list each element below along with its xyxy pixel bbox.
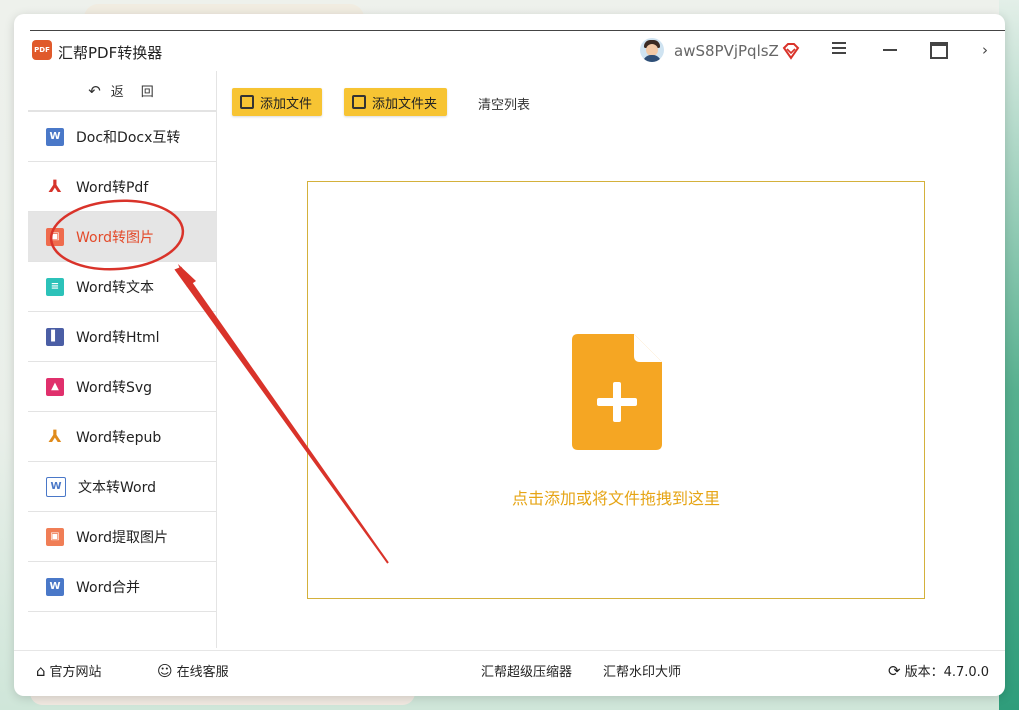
sidebar-item-label: 文本转Word [78, 479, 156, 496]
add-file-button[interactable]: 添加文件 [232, 88, 323, 116]
back-label: 返 回 [110, 85, 156, 100]
add-folder-button[interactable]: 添加文件夹 [344, 88, 448, 116]
sidebar-item-doc-docx[interactable]: W Doc和Docx互转 [28, 112, 216, 162]
support-link[interactable]: ☺ 在线客服 [157, 661, 229, 681]
word-icon: W [46, 476, 66, 497]
image-icon: ▣ [46, 227, 64, 246]
sidebar-item-text-word[interactable]: W 文本转Word [28, 462, 216, 512]
vip-diamond-icon[interactable] [782, 42, 800, 60]
watermark-link[interactable]: 汇帮水印大师 [603, 661, 681, 680]
back-button[interactable]: ↶ 返 回 [28, 71, 216, 112]
html-icon: ▌ [46, 327, 64, 346]
epub-icon: ⅄ [48, 426, 62, 447]
text-icon: ≡ [46, 277, 64, 296]
sidebar-item-word-merge[interactable]: W Word合并 [28, 562, 216, 612]
sidebar-item-label: Word转Pdf [76, 179, 149, 196]
add-folder-icon [352, 95, 366, 109]
drop-hint-text: 点击添加或将文件拖拽到这里 [511, 489, 720, 508]
website-label: 官方网站 [49, 665, 102, 680]
home-icon: ⌂ [36, 661, 46, 680]
version-info[interactable]: ⟳ 版本：4.7.0.0 [888, 661, 990, 681]
minimize-icon[interactable] [883, 49, 897, 51]
sidebar-item-extract-image[interactable]: ▣ Word提取图片 [28, 512, 216, 562]
image-icon: ▣ [46, 527, 64, 546]
compressor-link[interactable]: 汇帮超级压缩器 [481, 661, 572, 680]
maximize-icon[interactable] [930, 42, 948, 59]
sidebar-item-label: Word转Svg [76, 379, 153, 396]
sidebar-item-label: Word转epub [76, 429, 162, 446]
file-drop-zone[interactable]: 点击添加或将文件拖拽到这里 [307, 181, 925, 599]
add-file-icon [240, 95, 254, 109]
headset-icon: ☺ [157, 661, 173, 680]
sidebar-item-word-image[interactable]: ▣ Word转图片 [28, 212, 216, 262]
app-title: 汇帮PDF转换器 [58, 44, 163, 62]
sidebar-item-label: Word提取图片 [76, 529, 168, 546]
website-link[interactable]: ⌂ 官方网站 [36, 661, 102, 681]
undo-arrow-icon: ↶ [88, 81, 103, 100]
svg-icon: ▲ [46, 377, 64, 396]
sidebar-item-label: Word转文本 [76, 279, 154, 296]
sidebar-item-label: Word合并 [76, 579, 140, 596]
sidebar-item-word-html[interactable]: ▌ Word转Html [28, 312, 216, 362]
add-file-label: 添加文件 [260, 96, 313, 112]
sidebar-item-label: Doc和Docx互转 [76, 129, 181, 146]
menu-icon[interactable] [832, 42, 846, 56]
sidebar-item-word-pdf[interactable]: ⅄ Word转Pdf [28, 162, 216, 212]
sidebar-item-label: Word转Html [76, 329, 160, 346]
add-folder-label: 添加文件夹 [372, 96, 438, 112]
sidebar-item-label: Word转图片 [76, 229, 154, 246]
close-icon[interactable]: › [982, 41, 988, 59]
refresh-icon: ⟳ [888, 661, 901, 680]
add-file-large-icon [572, 334, 662, 450]
sidebar-item-word-epub[interactable]: ⅄ Word转epub [28, 412, 216, 462]
version-label: 版本：4.7.0.0 [904, 665, 990, 680]
title-bar: PDF 汇帮PDF转换器 awS8PVjPqlsZ › [14, 31, 1005, 71]
word-icon: W [46, 127, 64, 146]
app-logo-icon: PDF [32, 40, 52, 60]
support-label: 在线客服 [176, 665, 229, 680]
avatar[interactable] [640, 38, 664, 62]
word-icon: W [46, 577, 64, 596]
username[interactable]: awS8PVjPqlsZ [674, 42, 779, 60]
clear-list-button[interactable]: 清空列表 [478, 94, 530, 113]
sidebar: ↶ 返 回 W Doc和Docx互转 ⅄ Word转Pdf ▣ Word转图片 … [28, 71, 217, 648]
pdf-icon: ⅄ [48, 176, 62, 197]
sidebar-item-word-svg[interactable]: ▲ Word转Svg [28, 362, 216, 412]
sidebar-item-word-text[interactable]: ≡ Word转文本 [28, 262, 216, 312]
app-window: PDF 汇帮PDF转换器 awS8PVjPqlsZ › ↶ 返 回 W Doc和… [14, 14, 1005, 696]
status-bar: ⌂ 官方网站 ☺ 在线客服 汇帮超级压缩器 汇帮水印大师 ⟳ 版本：4.7.0.… [14, 650, 1005, 685]
